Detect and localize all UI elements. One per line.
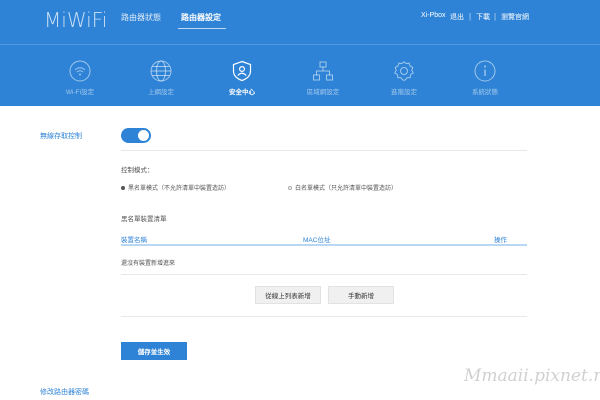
nav-label: 安全中心 xyxy=(229,89,255,96)
nav-label: 進階設定 xyxy=(391,89,417,96)
toggle-knob xyxy=(138,130,149,141)
tab-router-status[interactable]: 路由器狀態 xyxy=(121,12,161,23)
nav-internet-settings[interactable]: 上網設定 xyxy=(129,60,193,96)
network-icon xyxy=(313,61,333,81)
nav-system-status[interactable]: 系統狀態 xyxy=(453,60,517,96)
divider xyxy=(121,274,527,275)
top-header: MiWiFi 路由器狀態 路由器設定 Xi-Pbox 退出 | 下載 | 瀏覽官… xyxy=(0,0,600,106)
add-manually-button[interactable]: 手動新增 xyxy=(328,286,394,304)
control-mode-label: 控制模式： xyxy=(121,167,154,174)
add-from-online-list-button[interactable]: 從線上列表新增 xyxy=(255,286,321,304)
wifi-icon xyxy=(69,60,91,82)
download-link[interactable]: 下載 xyxy=(476,12,490,22)
gear-icon xyxy=(394,61,414,81)
empty-list-message: 還沒有裝置新增進來 xyxy=(121,261,176,267)
radio-whitelist-mode[interactable]: 白名單模式（只允許清單中裝置造訪） xyxy=(288,183,397,192)
nav-label: 區域網設定 xyxy=(306,89,340,96)
column-header-action: 操作 xyxy=(494,237,507,244)
nav-lan-settings[interactable]: 區域網設定 xyxy=(291,60,355,96)
divider xyxy=(121,150,527,151)
miwifi-logo[interactable]: MiWiFi xyxy=(44,8,107,32)
radio-unselected-dot xyxy=(288,185,292,190)
security-shield-icon xyxy=(232,60,252,82)
header-divider xyxy=(0,44,600,45)
nav-label: Wi-Fi設定 xyxy=(65,89,95,96)
column-header-mac: MAC位址 xyxy=(303,237,331,244)
watermark-text: Mmaaii.pixnet.net xyxy=(464,366,600,386)
column-header-device-name: 裝置名稱 xyxy=(121,237,147,244)
blacklist-title: 黑名單裝置清單 xyxy=(121,216,167,223)
nav-advanced-settings[interactable]: 進階設定 xyxy=(372,60,436,96)
radio-selected-dot xyxy=(121,185,125,190)
divider xyxy=(121,316,527,317)
section-title-change-password[interactable]: 修改路由器密碼 xyxy=(40,387,89,397)
logout-link[interactable]: 退出 xyxy=(450,12,464,22)
nav-wifi-settings[interactable]: Wi-Fi設定 xyxy=(48,60,112,96)
radio-blacklist-mode[interactable]: 黑名單模式（不允許清單中裝置造訪） xyxy=(121,183,230,192)
wireless-access-toggle[interactable] xyxy=(121,128,151,143)
globe-icon xyxy=(150,60,172,82)
radio-label: 黑名單模式（不允許清單中裝置造訪） xyxy=(128,186,231,192)
active-tab-indicator xyxy=(178,28,226,29)
nav-security-center[interactable]: 安全中心 xyxy=(210,60,274,96)
info-icon xyxy=(474,60,496,82)
user-name: Xi-Pbox xyxy=(421,12,446,19)
official-site-link[interactable]: 瀏覽官網 xyxy=(501,12,529,22)
radio-label: 白名單模式（只允許清單中裝置造訪） xyxy=(295,186,398,192)
nav-label: 上網設定 xyxy=(148,89,174,96)
table-header-rule xyxy=(121,244,527,246)
save-and-apply-button[interactable]: 儲存並生效 xyxy=(121,342,187,360)
watermark: Mmaaii.pixnet.net xyxy=(452,362,600,394)
section-title-wireless-access: 無線存取控制 xyxy=(40,133,82,140)
tab-router-settings[interactable]: 路由器設定 xyxy=(181,12,221,23)
nav-label: 系統狀態 xyxy=(472,89,498,96)
